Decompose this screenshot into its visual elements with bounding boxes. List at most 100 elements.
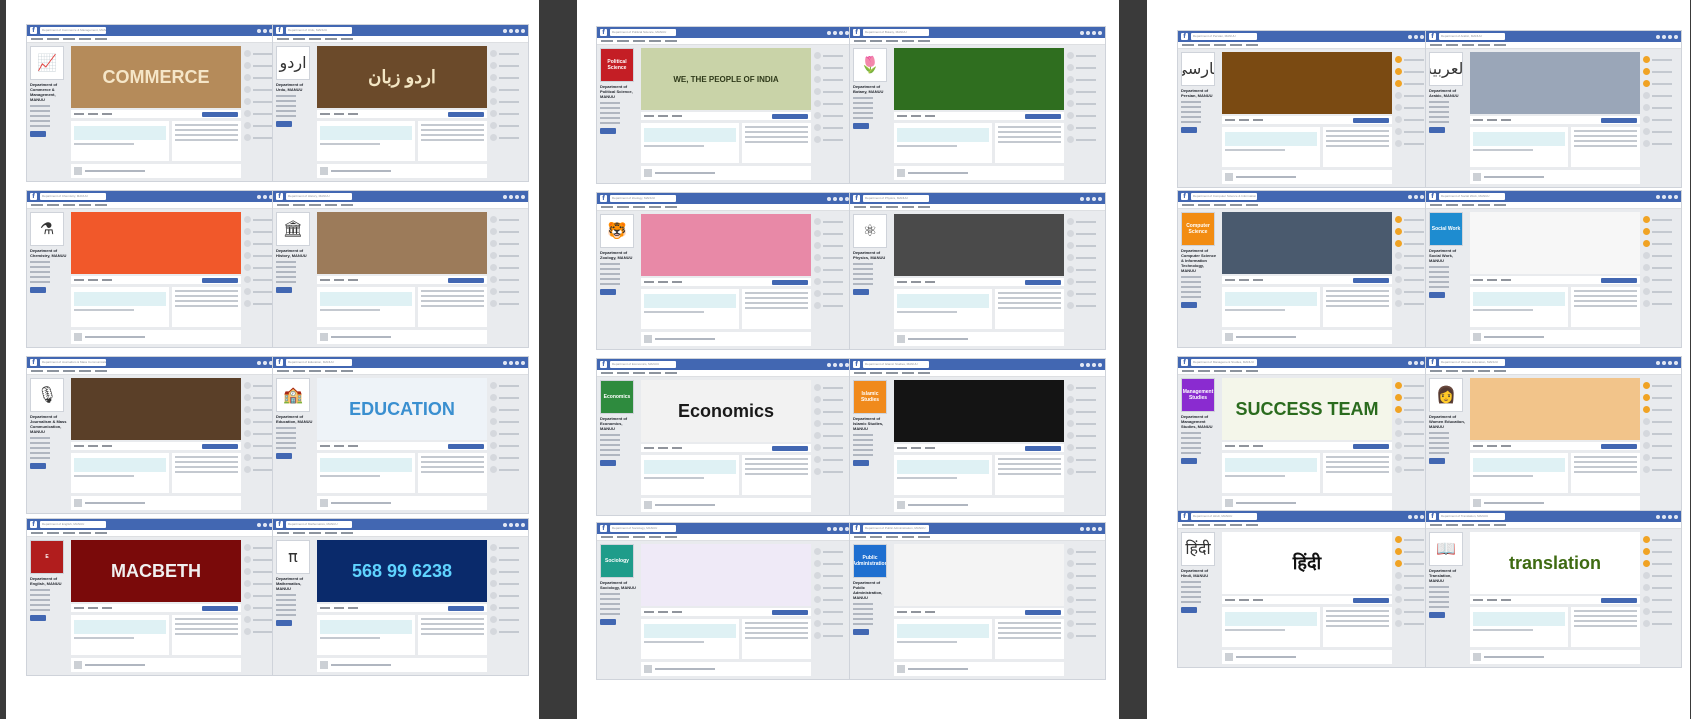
page-screenshot-card[interactable]: f Department of Social Work, MANUU Social … bbox=[1425, 190, 1682, 348]
page-nav-item[interactable] bbox=[1429, 596, 1449, 598]
page-nav-item[interactable] bbox=[1429, 452, 1449, 454]
friend-row[interactable] bbox=[814, 444, 851, 451]
cover-photo[interactable] bbox=[71, 378, 241, 440]
search-input[interactable]: Department of English, MANUU bbox=[40, 521, 106, 528]
page-tab[interactable] bbox=[665, 372, 677, 374]
action-item[interactable] bbox=[88, 607, 98, 609]
profile-picture[interactable]: Islamic Studies bbox=[853, 380, 887, 414]
top-bar-icon[interactable] bbox=[839, 526, 843, 531]
friend-row[interactable] bbox=[490, 216, 527, 223]
top-bar-icon[interactable] bbox=[1080, 30, 1084, 35]
page-nav-item[interactable] bbox=[30, 437, 50, 439]
friend-row[interactable] bbox=[1643, 288, 1680, 295]
page-nav-item[interactable] bbox=[276, 261, 296, 263]
promote-button[interactable] bbox=[1181, 607, 1197, 613]
friend-row[interactable] bbox=[814, 124, 851, 131]
profile-picture[interactable]: 📈 bbox=[30, 46, 64, 80]
search-input[interactable]: Department of Management Studies, MANUU bbox=[1191, 359, 1257, 366]
page-nav-item[interactable] bbox=[1429, 281, 1449, 283]
page-name[interactable]: Department of Islamic Studies, MANUU bbox=[853, 416, 891, 431]
top-bar-icon[interactable] bbox=[1086, 30, 1090, 35]
top-bar-icon[interactable] bbox=[1674, 514, 1678, 519]
cover-photo[interactable] bbox=[317, 212, 487, 274]
friend-row[interactable] bbox=[490, 240, 527, 247]
page-name[interactable]: Department of Zoology, MANUU bbox=[600, 250, 638, 260]
send-message-button[interactable] bbox=[1353, 597, 1389, 603]
page-nav-item[interactable] bbox=[1181, 296, 1201, 298]
page-name[interactable]: Department of Education, MANUU bbox=[276, 414, 314, 424]
page-nav-item[interactable] bbox=[1181, 106, 1201, 108]
page-screenshot-card[interactable]: f Department of English, MANUU E Department… bbox=[26, 518, 283, 676]
page-nav-item[interactable] bbox=[600, 107, 620, 109]
page-nav-item[interactable] bbox=[853, 117, 873, 119]
friend-row[interactable] bbox=[490, 628, 527, 635]
page-nav-item[interactable] bbox=[1181, 437, 1201, 439]
page-name[interactable]: Department of Physics, MANUU bbox=[853, 250, 891, 260]
page-tab[interactable] bbox=[293, 204, 305, 206]
page-tab[interactable] bbox=[277, 370, 289, 372]
page-tab[interactable] bbox=[1446, 204, 1458, 206]
page-name[interactable]: Department of Commerce & Management, MAN… bbox=[30, 82, 68, 102]
friend-row[interactable] bbox=[490, 466, 527, 473]
friend-row[interactable] bbox=[1643, 276, 1680, 283]
action-item[interactable] bbox=[102, 445, 112, 447]
top-bar-icon[interactable] bbox=[1420, 194, 1424, 199]
page-nav-item[interactable] bbox=[30, 447, 50, 449]
send-message-button[interactable] bbox=[448, 605, 484, 611]
page-nav-item[interactable] bbox=[853, 603, 873, 605]
friend-row[interactable] bbox=[1067, 444, 1104, 451]
search-input[interactable]: Department of Zoology, MANUU bbox=[610, 195, 676, 202]
promote-button[interactable] bbox=[1429, 127, 1445, 133]
search-input[interactable]: Department of Social Work, MANUU bbox=[1439, 193, 1505, 200]
page-nav-item[interactable] bbox=[600, 439, 620, 441]
friend-row[interactable] bbox=[814, 136, 851, 143]
friend-row[interactable] bbox=[1067, 64, 1104, 71]
page-tab[interactable] bbox=[665, 206, 677, 208]
page-nav-item[interactable] bbox=[600, 122, 620, 124]
page-nav-item[interactable] bbox=[276, 442, 296, 444]
page-nav-item[interactable] bbox=[1429, 266, 1449, 268]
friend-row[interactable] bbox=[490, 604, 527, 611]
profile-picture[interactable]: Public Administration bbox=[853, 544, 887, 578]
page-nav-item[interactable] bbox=[600, 283, 620, 285]
friend-row[interactable] bbox=[814, 572, 851, 579]
action-item[interactable] bbox=[1487, 119, 1497, 121]
search-input[interactable]: Department of Botany, MANUU bbox=[863, 29, 929, 36]
cover-photo[interactable] bbox=[1222, 52, 1392, 114]
top-bar-icon[interactable] bbox=[827, 526, 831, 531]
top-bar-icon[interactable] bbox=[263, 522, 267, 527]
top-bar-icon[interactable] bbox=[263, 360, 267, 365]
profile-picture[interactable]: Political Science bbox=[600, 48, 634, 82]
friend-row[interactable] bbox=[814, 432, 851, 439]
page-name[interactable]: Department of Mathematics, MANUU bbox=[276, 576, 314, 591]
friend-row[interactable] bbox=[814, 548, 851, 555]
promote-button[interactable] bbox=[1429, 292, 1445, 298]
top-bar-icon[interactable] bbox=[1414, 514, 1418, 519]
page-screenshot-card[interactable]: fDepartment of Arabic, MANUUالعربيةDepar… bbox=[1425, 30, 1682, 188]
page-tab[interactable] bbox=[325, 370, 337, 372]
friend-row[interactable] bbox=[1067, 560, 1104, 567]
page-nav-item[interactable] bbox=[600, 454, 620, 456]
top-bar-icon[interactable] bbox=[503, 522, 507, 527]
top-bar-icon[interactable] bbox=[521, 28, 525, 33]
page-tab[interactable] bbox=[665, 40, 677, 42]
search-input[interactable]: Department of Persian, MANUU bbox=[1191, 33, 1257, 40]
page-tab[interactable] bbox=[617, 206, 629, 208]
friend-row[interactable] bbox=[490, 228, 527, 235]
top-bar-icon[interactable] bbox=[839, 362, 843, 367]
action-item[interactable] bbox=[672, 115, 682, 117]
profile-picture[interactable]: Sociology bbox=[600, 544, 634, 578]
page-screenshot-card[interactable]: f Department of Sociology, MANUU Sociology… bbox=[596, 522, 853, 680]
page-nav-item[interactable] bbox=[1429, 286, 1449, 288]
create-post-bar[interactable] bbox=[1222, 330, 1392, 344]
page-nav-item[interactable] bbox=[30, 105, 50, 107]
action-item[interactable] bbox=[334, 607, 344, 609]
search-input[interactable]: Department of Hindi, MANUU bbox=[1191, 513, 1257, 520]
page-nav-item[interactable] bbox=[853, 263, 873, 265]
action-item[interactable] bbox=[348, 113, 358, 115]
top-bar-icon[interactable] bbox=[839, 30, 843, 35]
page-tab[interactable] bbox=[1446, 524, 1458, 526]
page-tab[interactable] bbox=[95, 532, 107, 534]
promote-button[interactable] bbox=[1429, 458, 1445, 464]
page-nav-item[interactable] bbox=[853, 107, 873, 109]
